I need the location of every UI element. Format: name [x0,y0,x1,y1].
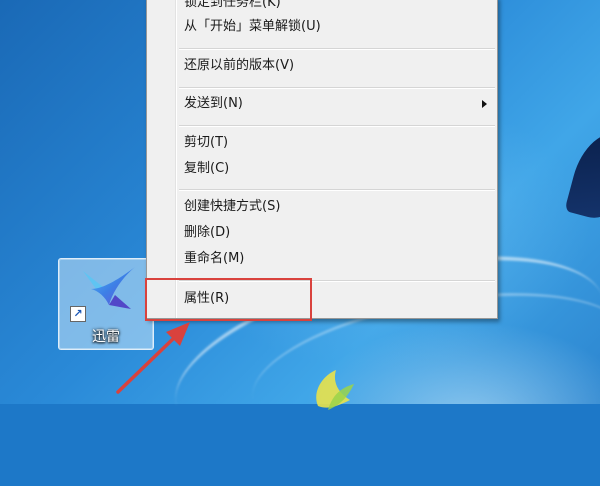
menu-item-rename[interactable]: 重命名(M) [147,247,497,271]
menu-separator [179,87,495,89]
desktop-icon-label: 迅雷 [92,329,120,345]
wallpaper-leaf-shape [564,123,600,227]
menu-separator [179,48,495,50]
wallpaper-yellow-leaf [316,370,354,410]
properties-highlight-box [145,278,312,321]
menu-item-cut[interactable]: 剪切(T) [147,131,497,155]
menu-separator [179,189,495,191]
menu-item-send-to[interactable]: 发送到(N) [147,92,497,116]
context-menu: 锁定到任务栏(K) 从「开始」菜单解锁(U) 还原以前的版本(V) 发送到(N)… [146,0,498,319]
menu-item-pin-taskbar[interactable]: 锁定到任务栏(K) [147,0,497,15]
menu-item-create-shortcut[interactable]: 创建快捷方式(S) [147,195,497,219]
menu-item-unpin-start[interactable]: 从「开始」菜单解锁(U) [147,15,497,39]
menu-item-restore-versions[interactable]: 还原以前的版本(V) [147,54,497,78]
shortcut-arrow-icon: ↗ [70,306,86,322]
desktop-shortcut-xunlei[interactable]: ↗ 迅雷 [58,258,154,350]
menu-item-delete[interactable]: 删除(D) [147,221,497,245]
menu-item-copy[interactable]: 复制(C) [147,157,497,181]
menu-separator [179,125,495,127]
submenu-arrow-icon [482,100,487,108]
xunlei-bird-icon [83,267,135,309]
